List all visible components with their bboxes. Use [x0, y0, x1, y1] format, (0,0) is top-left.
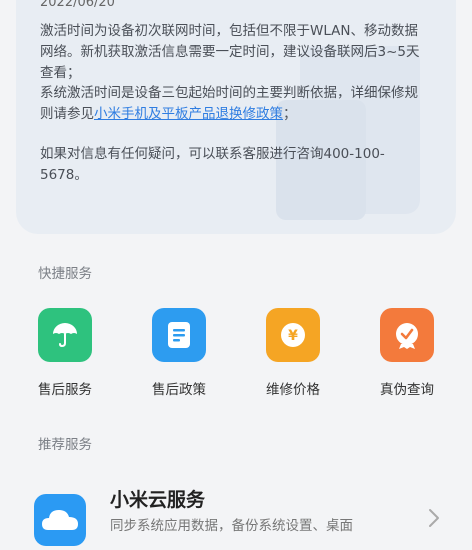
- repair-price-button[interactable]: ¥ 维修价格: [253, 308, 333, 398]
- service-label: 维修价格: [266, 382, 320, 398]
- after-sales-service-button[interactable]: 售后服务: [25, 308, 105, 398]
- svg-text:¥: ¥: [288, 328, 298, 344]
- service-name: 小米云服务: [110, 489, 206, 511]
- warranty-rule-note: 系统激活时间是设备三包起始时间的主要判断依据，详细保修规则请参见小米手机及平板产…: [40, 83, 430, 125]
- recommended-services-title: 推荐服务: [38, 437, 92, 453]
- verified-badge-icon: [380, 308, 434, 362]
- quick-services-title: 快捷服务: [38, 266, 92, 282]
- warranty-info-card: 2022/06/20 激活时间为设备初次联网时间，包括但不限于WLAN、移动数据…: [16, 0, 456, 234]
- chevron-right-icon: [428, 508, 440, 532]
- contact-note: 如果对信息有任何疑问，可以联系客服进行咨询400-100-5678。: [40, 146, 385, 183]
- service-label: 售后服务: [38, 382, 92, 398]
- service-description: 同步系统应用数据，备份系统设置、桌面: [110, 518, 353, 534]
- warranty-rule-end: ；: [283, 106, 297, 122]
- after-sales-policy-button[interactable]: 售后政策: [139, 308, 219, 398]
- document-icon: [152, 308, 206, 362]
- quick-services-grid: 售后服务 售后政策 ¥ 维修价格 真伪查询: [0, 308, 472, 408]
- return-policy-link[interactable]: 小米手机及平板产品退换修政策: [94, 106, 283, 122]
- service-label: 售后政策: [152, 382, 206, 398]
- umbrella-icon: [38, 308, 92, 362]
- cloud-icon: [34, 494, 86, 546]
- service-label: 真伪查询: [380, 382, 434, 398]
- activation-date: 2022/06/20: [40, 0, 115, 10]
- yen-icon: ¥: [266, 308, 320, 362]
- activation-note: 激活时间为设备初次联网时间，包括但不限于WLAN、移动数据网络。新机获取激活信息…: [40, 23, 420, 81]
- authenticity-check-button[interactable]: 真伪查询: [367, 308, 447, 398]
- mi-cloud-service-item[interactable]: 小米云服务 同步系统应用数据，备份系统设置、桌面: [0, 470, 472, 546]
